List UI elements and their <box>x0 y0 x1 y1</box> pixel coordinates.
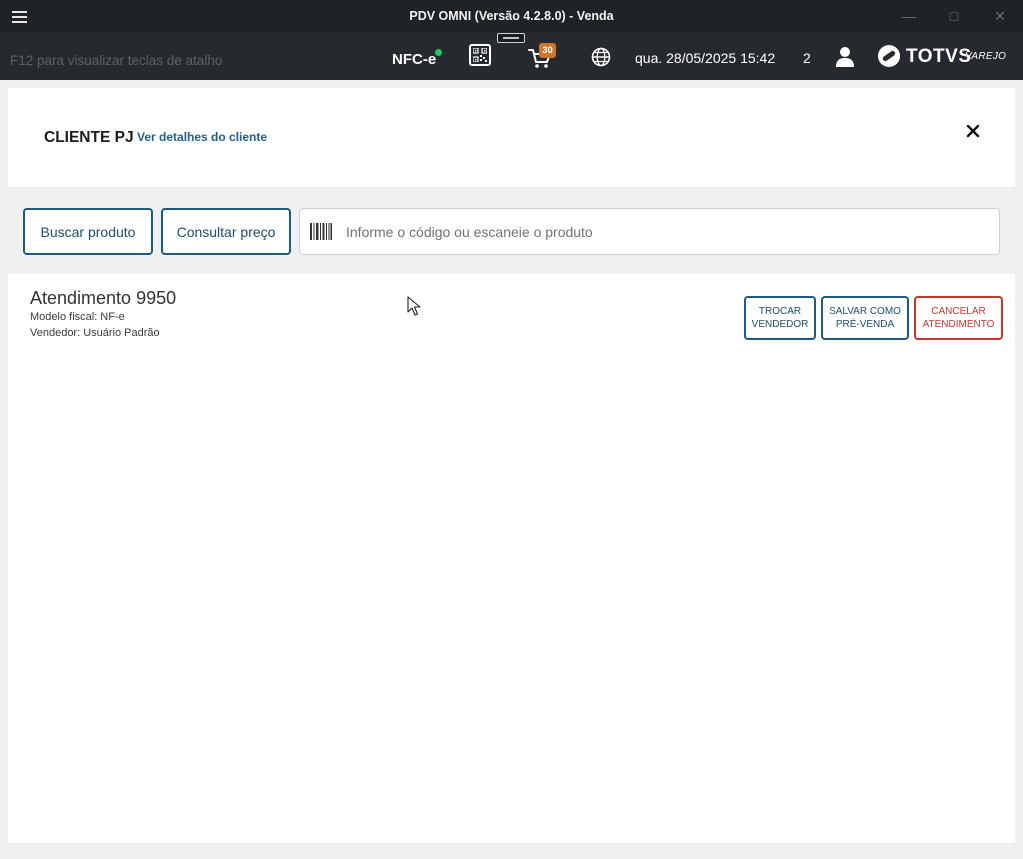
mouse-cursor-icon <box>407 296 421 316</box>
totvs-logo-icon <box>877 44 901 68</box>
remove-client-icon[interactable] <box>964 122 982 140</box>
cancel-atendimento-button[interactable]: CANCELAR ATENDIMENTO <box>914 296 1003 340</box>
client-title: CLIENTE PJ <box>44 129 134 146</box>
printer-icon[interactable] <box>497 33 525 43</box>
close-icon[interactable]: ✕ <box>988 6 1012 26</box>
client-details-link[interactable]: Ver detalhes do cliente <box>137 130 267 144</box>
shortcut-hint: F12 para visualizar teclas de atalho <box>10 53 223 68</box>
globe-icon[interactable] <box>591 47 611 67</box>
vendedor-label: Vendedor: Usuário Padrão <box>30 327 160 339</box>
sale-panel: Atendimento 9950 Modelo fiscal: NF-e Ven… <box>8 274 1015 843</box>
barcode-icon <box>310 223 332 240</box>
user-icon[interactable] <box>835 46 855 67</box>
change-seller-button[interactable]: TROCAR VENDEDOR <box>744 296 816 340</box>
search-product-button[interactable]: Buscar produto <box>23 208 153 255</box>
user-count: 2 <box>803 50 811 66</box>
qr-code-icon[interactable] <box>469 44 491 66</box>
logo-subtext: VAREJO <box>965 51 1007 62</box>
minimize-icon[interactable]: — <box>897 6 921 26</box>
product-search-box[interactable] <box>299 208 1000 255</box>
fiscal-status-dot <box>435 49 442 56</box>
maximize-icon[interactable]: □ <box>942 6 966 26</box>
save-presale-button[interactable]: SALVAR COMO PRÉ-VENDA <box>821 296 909 340</box>
fiscal-mode-label[interactable]: NFC-e <box>392 51 436 68</box>
window-title: PDV OMNI (Versão 4.2.8.0) - Venda <box>409 9 614 23</box>
app-topbar: F12 para visualizar teclas de atalho NFC… <box>0 32 1023 80</box>
window-titlebar: PDV OMNI (Versão 4.2.8.0) - Venda — □ ✕ <box>0 0 1023 32</box>
atendimento-title: Atendimento 9950 <box>30 288 177 308</box>
current-datetime: qua. 28/05/2025 15:42 <box>635 50 776 66</box>
product-code-input[interactable] <box>346 219 986 245</box>
cart-count-badge: 30 <box>539 43 556 58</box>
check-price-button[interactable]: Consultar preço <box>161 208 291 255</box>
client-card: CLIENTE PJ Ver detalhes do cliente <box>8 88 1015 187</box>
modelo-fiscal-label: Modelo fiscal: NF-e <box>30 311 125 323</box>
logo-text: TOTVS <box>906 46 972 67</box>
